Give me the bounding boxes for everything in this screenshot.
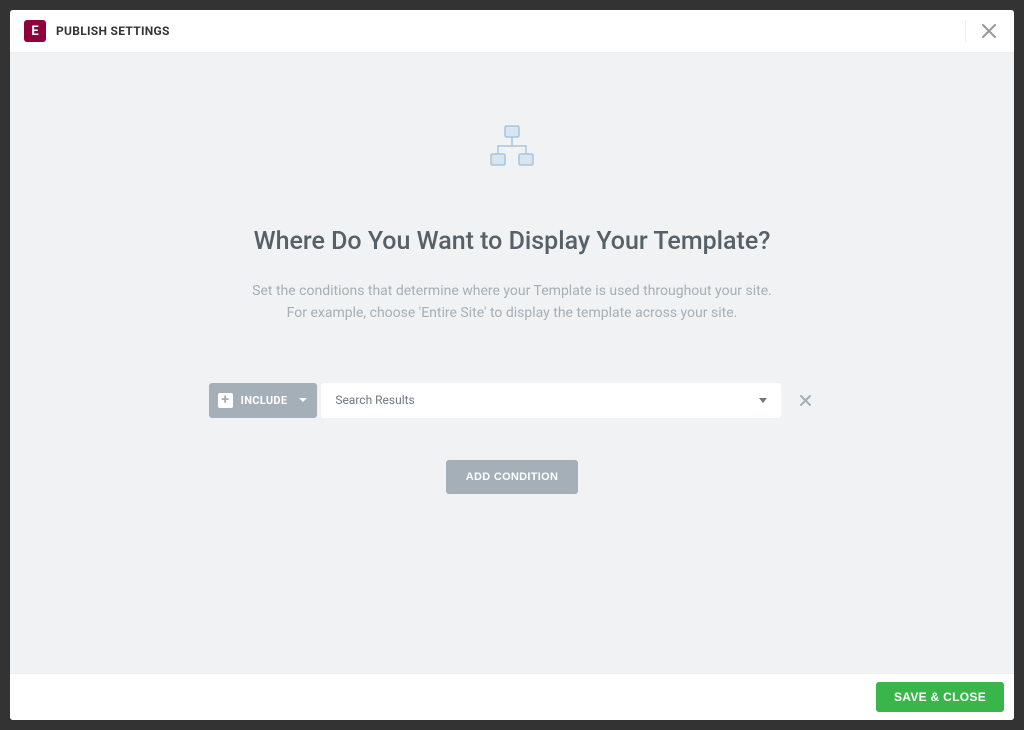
condition-value-dropdown[interactable]: Search Results: [321, 383, 781, 418]
page-heading: Where Do You Want to Display Your Templa…: [254, 227, 771, 256]
publish-settings-modal: E PUBLISH SETTINGS Where Do You Want to …: [10, 10, 1014, 720]
condition-row: + INCLUDE Search Results: [209, 383, 816, 418]
chevron-down-icon: [759, 398, 767, 403]
chevron-down-icon: [299, 398, 307, 402]
add-condition-button[interactable]: ADD CONDITION: [446, 460, 579, 494]
remove-condition-button[interactable]: [796, 391, 815, 410]
elementor-logo: E: [24, 20, 46, 42]
description-line-2: For example, choose 'Entire Site' to dis…: [252, 302, 772, 324]
description-line-1: Set the conditions that determine where …: [252, 280, 772, 302]
save-close-button[interactable]: SAVE & CLOSE: [876, 682, 1004, 712]
condition-value: Search Results: [335, 393, 759, 407]
modal-footer: SAVE & CLOSE: [10, 673, 1014, 720]
condition-type-dropdown[interactable]: + INCLUDE: [209, 383, 318, 418]
modal-header: E PUBLISH SETTINGS: [10, 10, 1014, 53]
modal-title: PUBLISH SETTINGS: [56, 24, 953, 38]
plus-icon: +: [218, 393, 233, 408]
close-icon: [982, 24, 996, 38]
sitemap-icon: [489, 125, 535, 171]
close-button[interactable]: [978, 22, 1000, 40]
close-area: [965, 20, 1000, 42]
modal-body: Where Do You Want to Display Your Templa…: [10, 53, 1014, 673]
logo-letter: E: [31, 24, 38, 39]
condition-type-label: INCLUDE: [241, 394, 288, 407]
page-description: Set the conditions that determine where …: [252, 280, 772, 325]
close-icon: [800, 395, 811, 406]
